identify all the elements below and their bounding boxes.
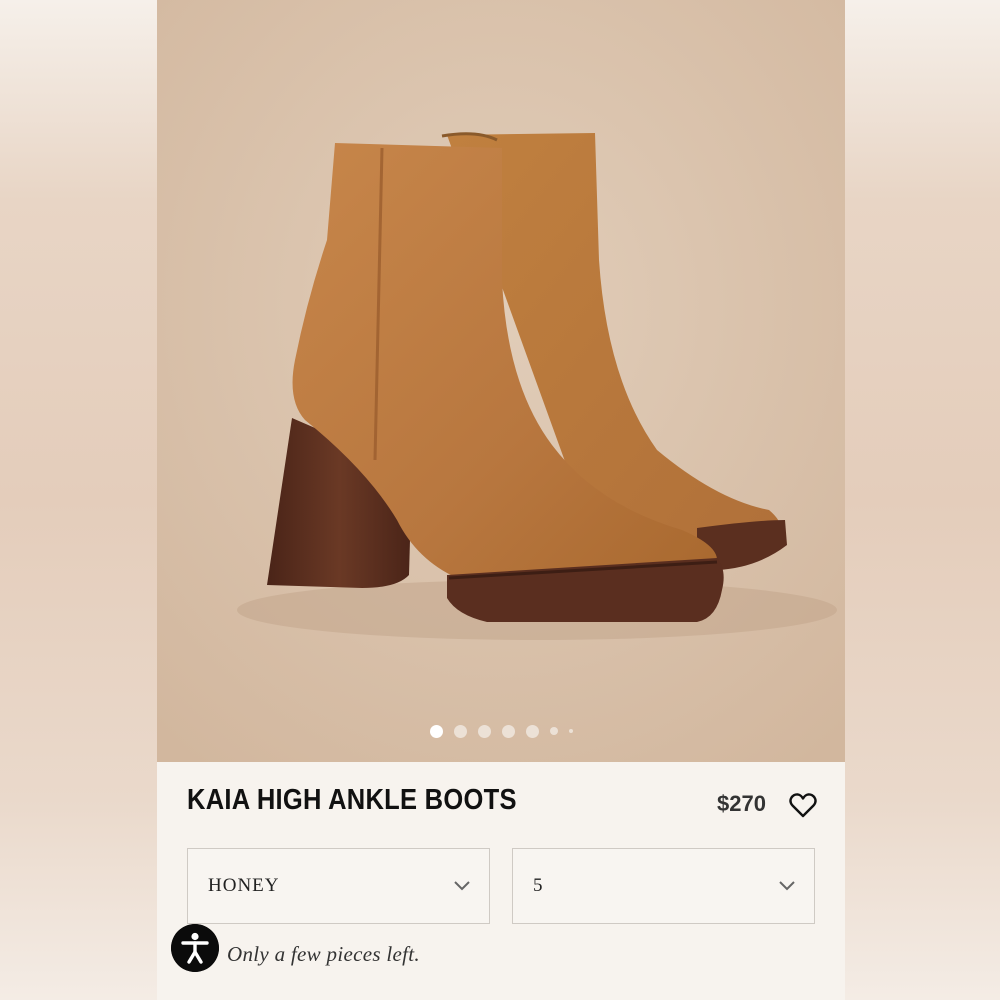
gallery-dot[interactable]: [549, 727, 558, 735]
product-page: KAIA HIGH ANKLE BOOTS $270 HONEY 5 Only …: [157, 0, 845, 1000]
color-select[interactable]: HONEY: [187, 848, 490, 924]
gallery-pagination: [157, 724, 845, 738]
gallery-dot[interactable]: [477, 724, 491, 738]
gallery-dot[interactable]: [429, 724, 443, 738]
accessibility-icon[interactable]: [171, 924, 219, 972]
gallery-dot[interactable]: [453, 724, 467, 738]
color-select-value: HONEY: [208, 875, 280, 896]
chevron-down-icon: [779, 881, 795, 891]
product-photo: [157, 0, 845, 762]
heart-icon[interactable]: [789, 792, 817, 818]
chevron-down-icon: [454, 881, 470, 891]
product-title: KAIA HIGH ANKLE BOOTS: [187, 784, 517, 816]
gallery-dot[interactable]: [568, 729, 573, 733]
backdrop-left: [0, 0, 157, 1000]
size-select-value: 5: [533, 875, 544, 896]
gallery-dot[interactable]: [501, 724, 515, 738]
product-price: $270: [717, 791, 766, 816]
backdrop-right: [845, 0, 1000, 1000]
product-info-panel: KAIA HIGH ANKLE BOOTS $270 HONEY 5 Only …: [157, 762, 845, 1000]
gallery-dot[interactable]: [525, 724, 539, 738]
size-select[interactable]: 5: [512, 848, 815, 924]
stock-status: Only a few pieces left.: [227, 942, 420, 966]
product-image-gallery[interactable]: [157, 0, 845, 762]
